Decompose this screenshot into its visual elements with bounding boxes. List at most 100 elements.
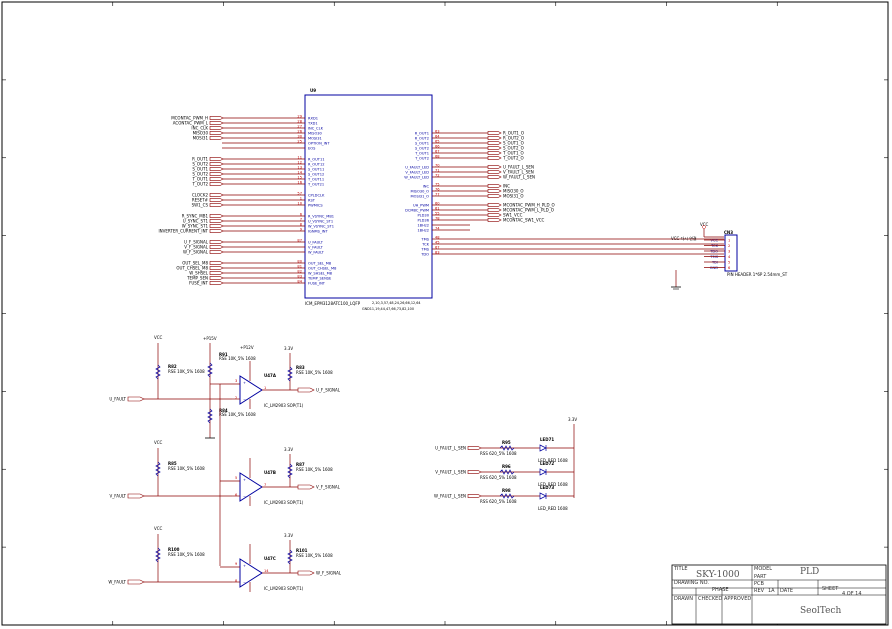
u9-left-pin-name: R_OUT11 xyxy=(308,157,325,161)
net-port xyxy=(209,224,224,228)
u9-left-pin-num: 25 xyxy=(297,140,302,144)
u9-left-net: FUSE_INT xyxy=(189,280,208,285)
tb-model: PLD xyxy=(800,567,819,577)
net-port xyxy=(467,494,482,498)
u9-left-pin-num: 81 xyxy=(297,265,302,269)
u9-right-pin-name: W_FAULT_LED xyxy=(404,175,429,179)
pullup-label: 3.3V xyxy=(284,447,293,452)
u9-left-pin-num: 84 xyxy=(297,280,302,284)
plus-sign: + xyxy=(243,564,246,568)
u9-left-pin-name: OPTION_INT xyxy=(308,141,330,145)
u9-right-net: T_OUT2_O xyxy=(502,155,524,160)
net-port xyxy=(209,116,224,120)
u9-right-pin-num: 75 xyxy=(435,183,440,187)
u9-left-pin-name: PWMICS xyxy=(308,203,323,207)
u9-right-pin-name: U_FAULT_LED xyxy=(405,165,429,169)
jtag-vcc-label: VCC xyxy=(700,222,709,227)
net-port xyxy=(209,229,224,233)
pullup-value: RSE 10K_5% 1608 xyxy=(296,553,333,558)
net-port xyxy=(209,198,224,202)
led-row: U_FAULT_L_SENR95RSS 620_5% 1608LED71LED_… xyxy=(435,437,574,463)
tb-drawing-label: DRAWING NO. xyxy=(674,580,709,586)
u9-left-pin-num: 57 xyxy=(297,192,302,196)
u9-right-net: W_FAULT_L_SEN xyxy=(503,174,535,179)
u9-left-pin-name: INC_CLK xyxy=(308,126,324,130)
net-port xyxy=(209,219,224,223)
u9-left-pin-num: 87 xyxy=(297,239,302,243)
u9-left-pin-num: 80 xyxy=(297,260,302,264)
net-port xyxy=(209,261,224,265)
jtag-body[interactable] xyxy=(724,234,738,272)
tb-sheet: 4 OF 14 xyxy=(842,591,862,597)
jtag-ref: CN3 xyxy=(724,230,733,235)
u9-left-net: INVERTER_CURRENT_INT xyxy=(158,228,208,233)
u9-power-note-2: GND11,19,44,47,66,73,82,100 xyxy=(362,307,414,311)
led-symbol xyxy=(539,444,547,452)
u9-right-pin-num: 48 xyxy=(435,236,440,240)
u9-right-pin-num: 67 xyxy=(435,246,440,250)
p12-label: +P12V xyxy=(240,345,254,350)
u9-left-net: T_OUT2 xyxy=(191,181,208,186)
u9-right-pin-name: DCMBC_PWM xyxy=(405,208,429,212)
comparator-ref: U47B xyxy=(264,470,276,475)
net-port xyxy=(209,214,224,218)
u9-right-pin-num: 68 xyxy=(435,155,440,159)
comparator-part: IC_LM2903 SOP(T1) xyxy=(264,586,304,591)
u9-right-pin-num: 45 xyxy=(435,241,440,245)
input-port xyxy=(127,396,145,402)
pin-minus-num: 2 xyxy=(235,396,237,400)
u9-left-pin-name: TXD1 xyxy=(307,121,318,125)
led-supply-label: 3.3V xyxy=(568,417,577,422)
u9-left-net: SW1_CS xyxy=(192,202,209,207)
pullup-value: RSE 10K_5% 1608 xyxy=(296,370,333,375)
net-port xyxy=(209,157,224,161)
jtag-note: VCC 다시 연결 xyxy=(671,235,697,241)
comparator-u47b: V_FAULTVCCR85RSE 10K_5% 1608+−567U47BIC_… xyxy=(110,440,341,506)
u9-right-net: MCONTAC_SW1_VCC xyxy=(503,217,545,222)
resistor-value: RSE 10K_5% 1608 xyxy=(168,552,205,557)
comparator-ref: U47A xyxy=(264,373,277,378)
pin-out-num: 1 xyxy=(264,386,266,390)
tb-approved: APPROVED xyxy=(724,596,751,602)
net-port xyxy=(487,146,502,150)
u9-right-pin-name: MOSI31_O xyxy=(411,194,430,198)
u9-right-pin-num: 71 xyxy=(435,169,440,173)
net-port xyxy=(209,245,224,249)
pin-plus-num: 9 xyxy=(235,562,238,566)
u9-left-pin-name: FUSE_INT xyxy=(308,281,326,285)
u9-right-pin-name: TMS xyxy=(420,247,429,251)
u9-left-pin-name: RST xyxy=(308,198,316,202)
pin-plus-num: 3 xyxy=(235,379,237,383)
jtag-part: PIN HEADER 1*6P 2.54mm_ST xyxy=(727,272,788,277)
u9-left-pin-name: MOSI31 xyxy=(308,136,322,140)
led-resistor-ref: R96 xyxy=(502,464,511,469)
u9-right-pin-num: 65 xyxy=(435,140,440,144)
u9-left-pin-num: 7 xyxy=(300,218,302,222)
output-port xyxy=(297,387,315,393)
led-ref: LED73 xyxy=(540,485,554,490)
net-port xyxy=(209,126,224,130)
fault-led-section: 3.3V U_FAULT_L_SEN R95 RSS 620_5% 1608 LED7… xyxy=(434,417,577,511)
tb-date-label: DATE xyxy=(780,588,793,594)
comparator-ref: U47C xyxy=(264,556,276,561)
pin-minus-num: 6 xyxy=(235,493,238,497)
net-port xyxy=(467,470,482,474)
u9-right-pin-num: 74 xyxy=(435,227,440,231)
u9-left-pin-name: S_OUT12 xyxy=(308,172,324,176)
u9-left-pin-num: 13 xyxy=(297,166,302,170)
net-port xyxy=(209,167,224,171)
u9-left-pin-name: RXD1 xyxy=(308,116,318,120)
net-port xyxy=(209,193,224,197)
led-net-label: W_FAULT_L_SEN xyxy=(434,493,466,498)
minus-sign: − xyxy=(243,398,246,402)
net-port xyxy=(209,177,224,181)
u9-right-pin-name: 1BHz2 xyxy=(417,223,429,227)
u9-left-pin-num: 30 xyxy=(297,135,302,139)
u9-left-pin-name: S_OUT11 xyxy=(308,167,324,171)
comparator-u47c: W_FAULTVCCR100RSE 10K_5% 1608+−9814U47CI… xyxy=(108,526,342,592)
tb-phase: PHASE xyxy=(712,587,729,593)
input-port xyxy=(127,579,145,585)
comparator-u47a: U_FAULTVCCR82RSE 10K_5% 1608+−321U47AIC_… xyxy=(109,335,341,566)
u9-left-pin-num: 26 xyxy=(297,130,302,134)
led-ref: LED72 xyxy=(540,461,554,466)
